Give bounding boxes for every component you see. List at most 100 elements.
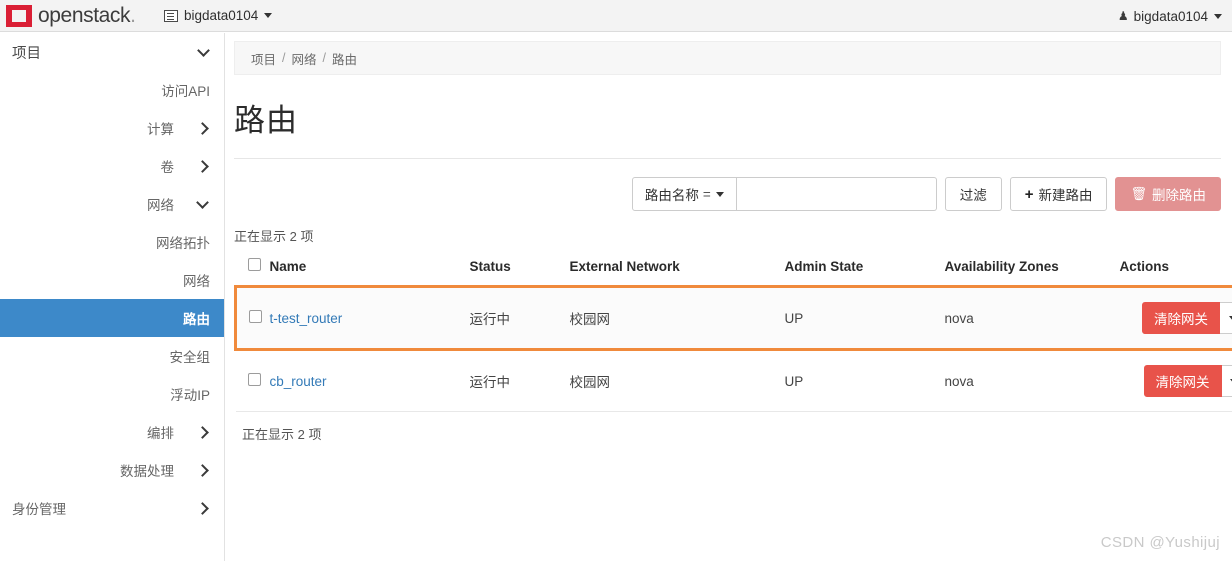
sidebar-item-label: 网络拓扑 [156, 236, 210, 251]
sidebar-item-label: 浮动IP [170, 388, 210, 403]
breadcrumb-item-network[interactable]: 网络 [292, 49, 317, 68]
clear-gateway-button[interactable]: 清除网关 [1142, 302, 1220, 334]
router-name-cell: t-test_router [269, 285, 470, 351]
caret-down-icon [1228, 315, 1232, 321]
project-switcher[interactable]: bigdata0104 [163, 8, 273, 23]
sidebar-group-project[interactable]: 项目 [0, 33, 224, 71]
watermark: CSDN @Yushijuj [1100, 534, 1220, 551]
sidebar-item-floating-ips[interactable]: 浮动IP [0, 375, 224, 413]
create-router-button[interactable]: + 新建路由 [1009, 177, 1108, 211]
sidebar-group-project-label: 项目 [12, 45, 41, 62]
sidebar-item-label: 网络 [183, 274, 210, 289]
main-content: 项目 / 网络 / 路由 路由 路由名称 = 过滤 + 新建路由 🗑 删除路由 … [226, 33, 1232, 561]
page-title: 路由 [234, 103, 298, 138]
filter-operator-label: = [702, 186, 711, 202]
sidebar-item-label: 访问API [161, 84, 210, 99]
chevron-right-icon [198, 123, 209, 134]
sidebar-item-routers[interactable]: 路由 [0, 299, 224, 337]
router-name-link[interactable]: t-test_router [270, 311, 343, 326]
trash-icon: 🗑 [1130, 186, 1147, 201]
user-menu-label: bigdata0104 [1133, 8, 1208, 24]
router-admin-state-cell: UP [784, 285, 945, 351]
brand-name: openstack [38, 3, 131, 27]
user-menu[interactable]: ♟ bigdata0104 [1118, 0, 1222, 32]
router-availability-zone-cell: nova [944, 349, 1120, 412]
delete-router-label: 删除路由 [1152, 188, 1206, 203]
results-count-top: 正在显示 2 项 [234, 229, 314, 244]
caret-down-icon [715, 191, 724, 197]
sidebar-item-security-groups[interactable]: 安全组 [0, 337, 224, 375]
sidebar-item-network-topology[interactable]: 网络拓扑 [0, 223, 224, 261]
search-input[interactable] [736, 177, 937, 211]
checkbox-icon[interactable] [247, 258, 261, 271]
openstack-logo-icon [6, 4, 32, 27]
filter-type-dropdown[interactable]: 路由名称 = [631, 177, 737, 211]
column-header-external-network[interactable]: External Network [569, 252, 785, 287]
results-count-bottom: 正在显示 2 项 [242, 427, 322, 442]
user-icon: ♟ [1117, 9, 1129, 23]
create-router-label: 新建路由 [1038, 188, 1093, 203]
table-body: t-test_router 运行中 校园网 UP nova 清除网关 cb_ro… [234, 285, 1232, 412]
column-header-availability-zones[interactable]: Availability Zones [944, 252, 1120, 287]
column-header-admin-state[interactable]: Admin State [784, 252, 945, 287]
clear-gateway-button[interactable]: 清除网关 [1143, 365, 1222, 397]
breadcrumb-item-project[interactable]: 项目 [251, 49, 276, 68]
row-actions-dropdown-toggle[interactable] [1221, 365, 1232, 397]
brand-logo[interactable]: openstack. [0, 0, 136, 31]
sidebar-item-networks[interactable]: 网络 [0, 261, 224, 299]
chevron-right-icon [198, 503, 209, 514]
routers-table: Name Status External Network Admin State… [234, 252, 1232, 412]
sidebar-item-orchestration[interactable]: 编排 [0, 413, 224, 451]
top-navbar: openstack. bigdata0104 ♟ bigdata0104 [0, 0, 1232, 32]
table-row[interactable]: t-test_router 运行中 校园网 UP nova 清除网关 [234, 285, 1232, 351]
router-status-cell: 运行中 [469, 349, 570, 412]
chevron-down-icon [198, 199, 209, 210]
row-actions-dropdown-toggle[interactable] [1220, 302, 1232, 334]
sidebar-item-api[interactable]: 访问API [0, 71, 224, 109]
row-checkbox-cell [234, 285, 270, 351]
router-actions-cell: 清除网关 [1119, 285, 1232, 351]
checkbox-icon[interactable] [247, 373, 261, 386]
column-header-name[interactable]: Name [269, 252, 470, 287]
router-status-cell: 运行中 [469, 285, 570, 351]
checkbox-icon[interactable] [249, 310, 262, 323]
row-checkbox-cell [235, 349, 270, 412]
sidebar-item-label: 身份管理 [12, 502, 66, 517]
action-button-group: 清除网关 [1120, 365, 1232, 397]
table-head: Name Status External Network Admin State… [235, 252, 1232, 287]
project-list-icon [163, 9, 178, 22]
sidebar-item-network[interactable]: 网络 [0, 185, 224, 223]
sidebar-item-label: 路由 [183, 312, 210, 327]
delete-router-button[interactable]: 🗑 删除路由 [1115, 177, 1221, 211]
sidebar-item-data-processing[interactable]: 数据处理 [0, 451, 224, 489]
filter-button[interactable]: 过滤 [944, 177, 1002, 211]
sidebar-item-label: 计算 [147, 122, 174, 137]
column-header-status[interactable]: Status [469, 252, 570, 287]
sidebar-item-label: 安全组 [169, 350, 211, 365]
breadcrumb-separator: / [322, 51, 326, 65]
chevron-right-icon [198, 465, 209, 476]
routers-table-section: 正在显示 2 项 Name Status External Network Ad… [234, 226, 1232, 443]
router-availability-zone-cell: nova [944, 285, 1120, 351]
router-name-link[interactable]: cb_router [270, 374, 327, 389]
chevron-right-icon [198, 161, 209, 172]
breadcrumb-item-routers: 路由 [332, 52, 358, 67]
chevron-right-icon [198, 427, 209, 438]
action-button-group: 清除网关 [1120, 302, 1232, 334]
sidebar-item-volumes[interactable]: 卷 [0, 147, 224, 185]
project-switcher-label: bigdata0104 [183, 8, 259, 23]
sidebar: 项目 访问API 计算 卷 网络 网络拓扑 网络 路由 安全组 浮动IP 编排 … [0, 33, 225, 561]
breadcrumb: 项目 / 网络 / 路由 [234, 41, 1221, 75]
router-actions-cell: 清除网关 [1119, 349, 1232, 412]
table-row[interactable]: cb_router 运行中 校园网 UP nova 清除网关 [235, 349, 1232, 412]
caret-down-icon [1214, 13, 1222, 19]
filter-button-label: 过滤 [959, 188, 987, 203]
caret-down-icon [264, 13, 273, 18]
sidebar-item-label: 数据处理 [120, 464, 174, 479]
sidebar-item-label: 卷 [160, 160, 175, 175]
sidebar-item-identity[interactable]: 身份管理 [0, 489, 224, 527]
sidebar-item-label: 编排 [147, 426, 174, 441]
sidebar-item-compute[interactable]: 计算 [0, 109, 224, 147]
router-external-network-cell: 校园网 [569, 349, 785, 412]
plus-icon: + [1024, 185, 1034, 203]
